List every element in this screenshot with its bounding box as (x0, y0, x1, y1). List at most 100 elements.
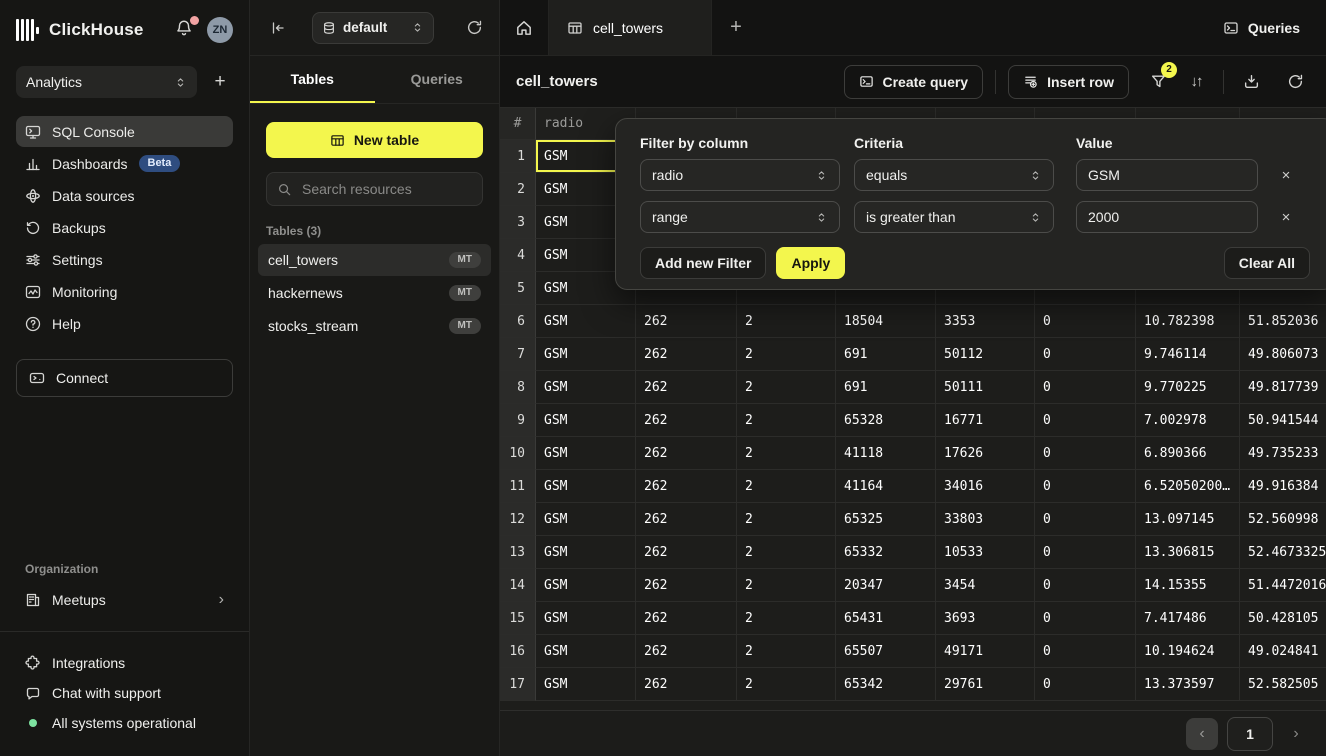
table-cell[interactable]: 262 (636, 404, 737, 437)
table-list-item-stocks-stream[interactable]: stocks_streamMT (258, 310, 491, 342)
table-cell[interactable]: 0 (1035, 668, 1136, 701)
refresh-button[interactable] (1280, 67, 1310, 97)
tab-queries[interactable]: Queries (375, 56, 500, 103)
table-cell[interactable]: 52.560998 (1240, 503, 1326, 536)
search-input[interactable] (300, 180, 485, 198)
sidebar-item-dashboards[interactable]: DashboardsBeta (16, 148, 233, 179)
filter-column-select[interactable]: radio (640, 159, 840, 191)
table-cell[interactable]: 262 (636, 305, 737, 338)
filter-criteria-select[interactable]: is greater than (854, 201, 1054, 233)
table-cell[interactable]: 7.002978 (1136, 404, 1240, 437)
sidebar-item-integrations[interactable]: Integrations (16, 648, 233, 678)
table-cell[interactable]: GSM (536, 305, 636, 338)
table-cell[interactable]: 50111 (936, 371, 1035, 404)
row-number[interactable]: 11 (500, 470, 536, 503)
table-cell[interactable]: 262 (636, 635, 737, 668)
sidebar-item-all-systems-operational[interactable]: All systems operational (16, 708, 233, 738)
table-cell[interactable]: 2 (737, 371, 836, 404)
table-cell[interactable]: 262 (636, 536, 737, 569)
row-number[interactable]: 6 (500, 305, 536, 338)
sidebar-item-settings[interactable]: Settings (16, 244, 233, 275)
apply-button[interactable]: Apply (776, 247, 845, 279)
table-cell[interactable]: GSM (536, 470, 636, 503)
table-cell[interactable]: 691 (836, 371, 936, 404)
row-number[interactable]: 10 (500, 437, 536, 470)
sidebar-item-data-sources[interactable]: Data sources (16, 180, 233, 211)
sidebar-item-backups[interactable]: Backups (16, 212, 233, 243)
filter-column-select[interactable]: range (640, 201, 840, 233)
table-cell[interactable]: 49.916384 (1240, 470, 1326, 503)
create-query-button[interactable]: Create query (844, 65, 984, 99)
table-cell[interactable]: 20347 (836, 569, 936, 602)
table-cell[interactable]: 262 (636, 503, 737, 536)
table-cell[interactable]: 262 (636, 668, 737, 701)
table-cell[interactable]: 0 (1035, 470, 1136, 503)
row-number[interactable]: 12 (500, 503, 536, 536)
table-cell[interactable]: 13.306815 (1136, 536, 1240, 569)
table-cell[interactable]: 51.852036 (1240, 305, 1326, 338)
table-cell[interactable]: GSM (536, 338, 636, 371)
add-service-button[interactable]: + (207, 69, 233, 95)
table-list-item-cell-towers[interactable]: cell_towersMT (258, 244, 491, 276)
sort-button[interactable]: ↓↑ (1181, 67, 1211, 97)
table-cell[interactable]: 691 (836, 338, 936, 371)
table-cell[interactable]: GSM (536, 668, 636, 701)
table-cell[interactable]: 65332 (836, 536, 936, 569)
table-cell[interactable]: 262 (636, 602, 737, 635)
table-cell[interactable]: 41164 (836, 470, 936, 503)
sidebar-item-monitoring[interactable]: Monitoring (16, 276, 233, 307)
sidebar-item-help[interactable]: Help (16, 308, 233, 339)
table-cell[interactable]: 262 (636, 338, 737, 371)
sidebar-item-sql-console[interactable]: SQL Console (16, 116, 233, 147)
table-cell[interactable]: 65431 (836, 602, 936, 635)
avatar[interactable]: ZN (207, 17, 233, 43)
row-number[interactable]: 16 (500, 635, 536, 668)
table-cell[interactable]: 3693 (936, 602, 1035, 635)
row-number[interactable]: 7 (500, 338, 536, 371)
table-cell[interactable]: 0 (1035, 371, 1136, 404)
table-cell[interactable]: 0 (1035, 536, 1136, 569)
sidebar-item-meetups[interactable]: Meetups› (16, 584, 233, 615)
table-cell[interactable]: 41118 (836, 437, 936, 470)
row-number[interactable]: 17 (500, 668, 536, 701)
table-cell[interactable]: 0 (1035, 635, 1136, 668)
row-number[interactable]: 4 (500, 239, 536, 272)
table-cell[interactable]: GSM (536, 404, 636, 437)
table-cell[interactable]: 2 (737, 569, 836, 602)
notifications-button[interactable] (175, 19, 197, 41)
row-number[interactable]: 13 (500, 536, 536, 569)
table-cell[interactable]: 0 (1035, 602, 1136, 635)
new-tab-button[interactable]: + (712, 0, 760, 55)
prev-page-button[interactable]: ‹ (1186, 718, 1218, 750)
table-cell[interactable]: 2 (737, 668, 836, 701)
table-cell[interactable]: 50.428105 (1240, 602, 1326, 635)
row-number[interactable]: 5 (500, 272, 536, 305)
table-cell[interactable]: 262 (636, 371, 737, 404)
table-cell[interactable]: 16771 (936, 404, 1035, 437)
table-cell[interactable]: GSM (536, 569, 636, 602)
table-cell[interactable]: 34016 (936, 470, 1035, 503)
table-cell[interactable]: GSM (536, 371, 636, 404)
row-number[interactable]: 8 (500, 371, 536, 404)
page-number[interactable]: 1 (1227, 717, 1273, 751)
table-cell[interactable]: 52.582505 (1240, 668, 1326, 701)
insert-row-button[interactable]: Insert row (1008, 65, 1129, 99)
table-cell[interactable]: 52.4673325 (1240, 536, 1326, 569)
table-cell[interactable]: 0 (1035, 569, 1136, 602)
table-cell[interactable]: 65342 (836, 668, 936, 701)
table-cell[interactable]: 2 (737, 470, 836, 503)
table-cell[interactable]: 0 (1035, 338, 1136, 371)
table-cell[interactable]: 49.817739 (1240, 371, 1326, 404)
tab-cell-towers[interactable]: cell_towers (548, 0, 712, 55)
table-cell[interactable]: 2 (737, 305, 836, 338)
table-cell[interactable]: 65507 (836, 635, 936, 668)
table-cell[interactable]: 2 (737, 602, 836, 635)
column-header[interactable]: # (500, 108, 536, 140)
next-page-button[interactable]: › (1282, 718, 1310, 750)
table-cell[interactable]: 0 (1035, 437, 1136, 470)
table-cell[interactable]: 29761 (936, 668, 1035, 701)
row-number[interactable]: 1 (500, 140, 536, 173)
row-number[interactable]: 14 (500, 569, 536, 602)
table-cell[interactable]: 9.746114 (1136, 338, 1240, 371)
table-cell[interactable]: 3353 (936, 305, 1035, 338)
